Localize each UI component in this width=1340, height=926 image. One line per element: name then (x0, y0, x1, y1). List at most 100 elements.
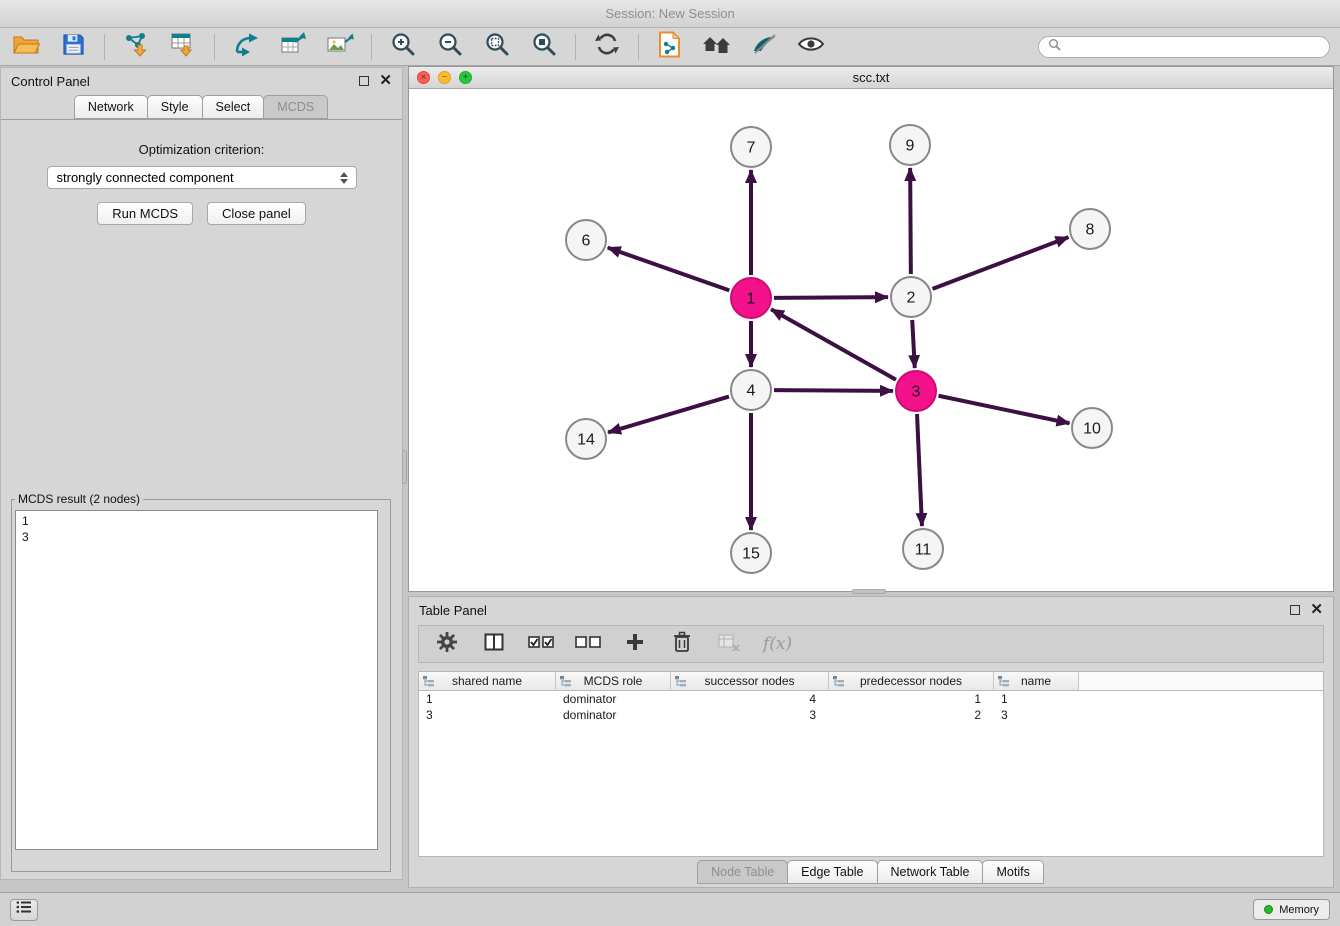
open-network-file-button[interactable] (654, 32, 686, 62)
graph-node-6[interactable] (566, 220, 606, 260)
graph-edge-3-11[interactable] (917, 414, 922, 526)
show-columns-button[interactable] (481, 629, 507, 659)
graph-node-7[interactable] (731, 127, 771, 167)
graph-edge-4-3[interactable] (774, 390, 893, 391)
delete-table-button-disabled (716, 629, 742, 659)
optimization-criterion-select[interactable]: strongly connected component (47, 166, 357, 189)
export-image-button[interactable] (324, 32, 356, 62)
graph-node-11[interactable] (903, 529, 943, 569)
table-options-button[interactable] (434, 629, 460, 659)
column-header-MCDS-role[interactable]: MCDS role (556, 672, 671, 690)
horizontal-splitter-grip[interactable] (852, 589, 886, 594)
tab-style[interactable]: Style (147, 95, 203, 119)
column-header-shared-name[interactable]: shared name (419, 672, 556, 690)
zoom-in-button[interactable] (387, 32, 419, 62)
float-panel-icon[interactable] (359, 76, 369, 86)
deselect-all-columns-button[interactable] (575, 629, 601, 659)
panel-toggle-button[interactable] (10, 899, 38, 921)
zoom-selected-button[interactable] (528, 32, 560, 62)
style-brush-button[interactable] (748, 32, 780, 62)
search-box (1038, 36, 1330, 58)
close-table-panel-icon[interactable]: ✕ (1310, 604, 1323, 616)
add-row-button[interactable] (622, 629, 648, 659)
graph-node-15[interactable] (731, 533, 771, 573)
table-cell[interactable]: 3 (994, 708, 1079, 722)
table-cell[interactable]: dominator (556, 692, 671, 706)
tab-node-table[interactable]: Node Table (697, 860, 788, 884)
graph-node-9[interactable] (890, 125, 930, 165)
refresh-view-button[interactable] (591, 32, 623, 62)
table-cell[interactable]: 1 (419, 692, 556, 706)
open-session-button[interactable] (10, 32, 42, 62)
table-panel-tabbar: Node TableEdge TableNetwork TableMotifs (409, 858, 1333, 884)
network-canvas[interactable]: 7968124314101511 (409, 89, 1333, 591)
mcds-result-list[interactable]: 13 (15, 510, 378, 850)
table-cell[interactable]: 2 (829, 708, 994, 722)
new-network-button[interactable] (230, 32, 262, 62)
graph-edge-3-10[interactable] (939, 396, 1070, 424)
memory-button[interactable]: Memory (1253, 899, 1330, 920)
run-mcds-button[interactable]: Run MCDS (97, 202, 193, 225)
tab-mcds[interactable]: MCDS (263, 95, 328, 119)
zoom-selected-icon (531, 31, 557, 62)
graph-node-3[interactable] (896, 371, 936, 411)
table-row[interactable]: 3dominator323 (419, 707, 1323, 723)
column-header-successor-nodes[interactable]: successor nodes (671, 672, 829, 690)
graph-edge-2-3[interactable] (912, 320, 915, 368)
tab-select[interactable]: Select (202, 95, 265, 119)
zoom-out-button[interactable] (434, 32, 466, 62)
graph-edge-1-6[interactable] (608, 248, 730, 291)
maximize-window-button[interactable]: + (459, 71, 472, 84)
graph-edge-3-1[interactable] (771, 309, 896, 379)
graph-node-1[interactable] (731, 278, 771, 318)
graph-edge-2-8[interactable] (933, 237, 1069, 289)
paintbrush-icon (751, 33, 777, 60)
home-button[interactable] (701, 32, 733, 62)
graph-edge-1-2[interactable] (774, 297, 888, 298)
table-cell[interactable]: 4 (671, 692, 829, 706)
export-table-button[interactable] (277, 32, 309, 62)
save-session-button[interactable] (57, 32, 89, 62)
tab-network-table[interactable]: Network Table (877, 860, 984, 884)
graph-node-4[interactable] (731, 370, 771, 410)
float-table-panel-icon[interactable] (1290, 605, 1300, 615)
tab-edge-table[interactable]: Edge Table (787, 860, 877, 884)
import-table-button[interactable] (167, 32, 199, 62)
table-cell[interactable]: 3 (419, 708, 556, 722)
import-network-button[interactable] (120, 32, 152, 62)
trash-icon (672, 631, 692, 658)
table-cell[interactable]: 1 (994, 692, 1079, 706)
column-header-predecessor-nodes[interactable]: predecessor nodes (829, 672, 994, 690)
table-cell[interactable]: 3 (671, 708, 829, 722)
minimize-window-button[interactable]: − (438, 71, 451, 84)
close-panel-icon[interactable]: ✕ (379, 75, 392, 87)
table-cell[interactable]: 1 (829, 692, 994, 706)
function-builder-button[interactable]: f(x) (763, 634, 792, 654)
table-row[interactable]: 1dominator411 (419, 691, 1323, 707)
graph-node-8[interactable] (1070, 209, 1110, 249)
search-icon (1048, 38, 1061, 56)
close-window-button[interactable]: × (417, 71, 430, 84)
show-hide-graphics-button[interactable] (795, 32, 827, 62)
graph-node-10[interactable] (1072, 408, 1112, 448)
column-header-name[interactable]: name (994, 672, 1079, 690)
network-window-title: scc.txt (409, 70, 1333, 85)
select-all-columns-button[interactable] (528, 629, 554, 659)
tab-network[interactable]: Network (74, 95, 148, 119)
graph-node-2[interactable] (891, 277, 931, 317)
table-cell[interactable]: dominator (556, 708, 671, 722)
network-graph[interactable]: 7968124314101511 (409, 89, 1333, 591)
tab-motifs[interactable]: Motifs (982, 860, 1043, 884)
delete-row-button[interactable] (669, 629, 695, 659)
delete-table-icon (718, 633, 740, 656)
node-table: shared nameMCDS rolesuccessor nodesprede… (418, 671, 1324, 857)
graph-edge-2-9[interactable] (910, 168, 911, 274)
graph-edge-4-14[interactable] (608, 397, 729, 433)
graph-node-14[interactable] (566, 419, 606, 459)
search-input[interactable] (1066, 40, 1320, 54)
mcds-panel-body: Optimization criterion: strongly connect… (1, 142, 402, 225)
sort-icon (560, 676, 571, 687)
vertical-splitter-grip[interactable] (402, 450, 407, 484)
close-panel-button[interactable]: Close panel (207, 202, 306, 225)
zoom-fit-button[interactable] (481, 32, 513, 62)
